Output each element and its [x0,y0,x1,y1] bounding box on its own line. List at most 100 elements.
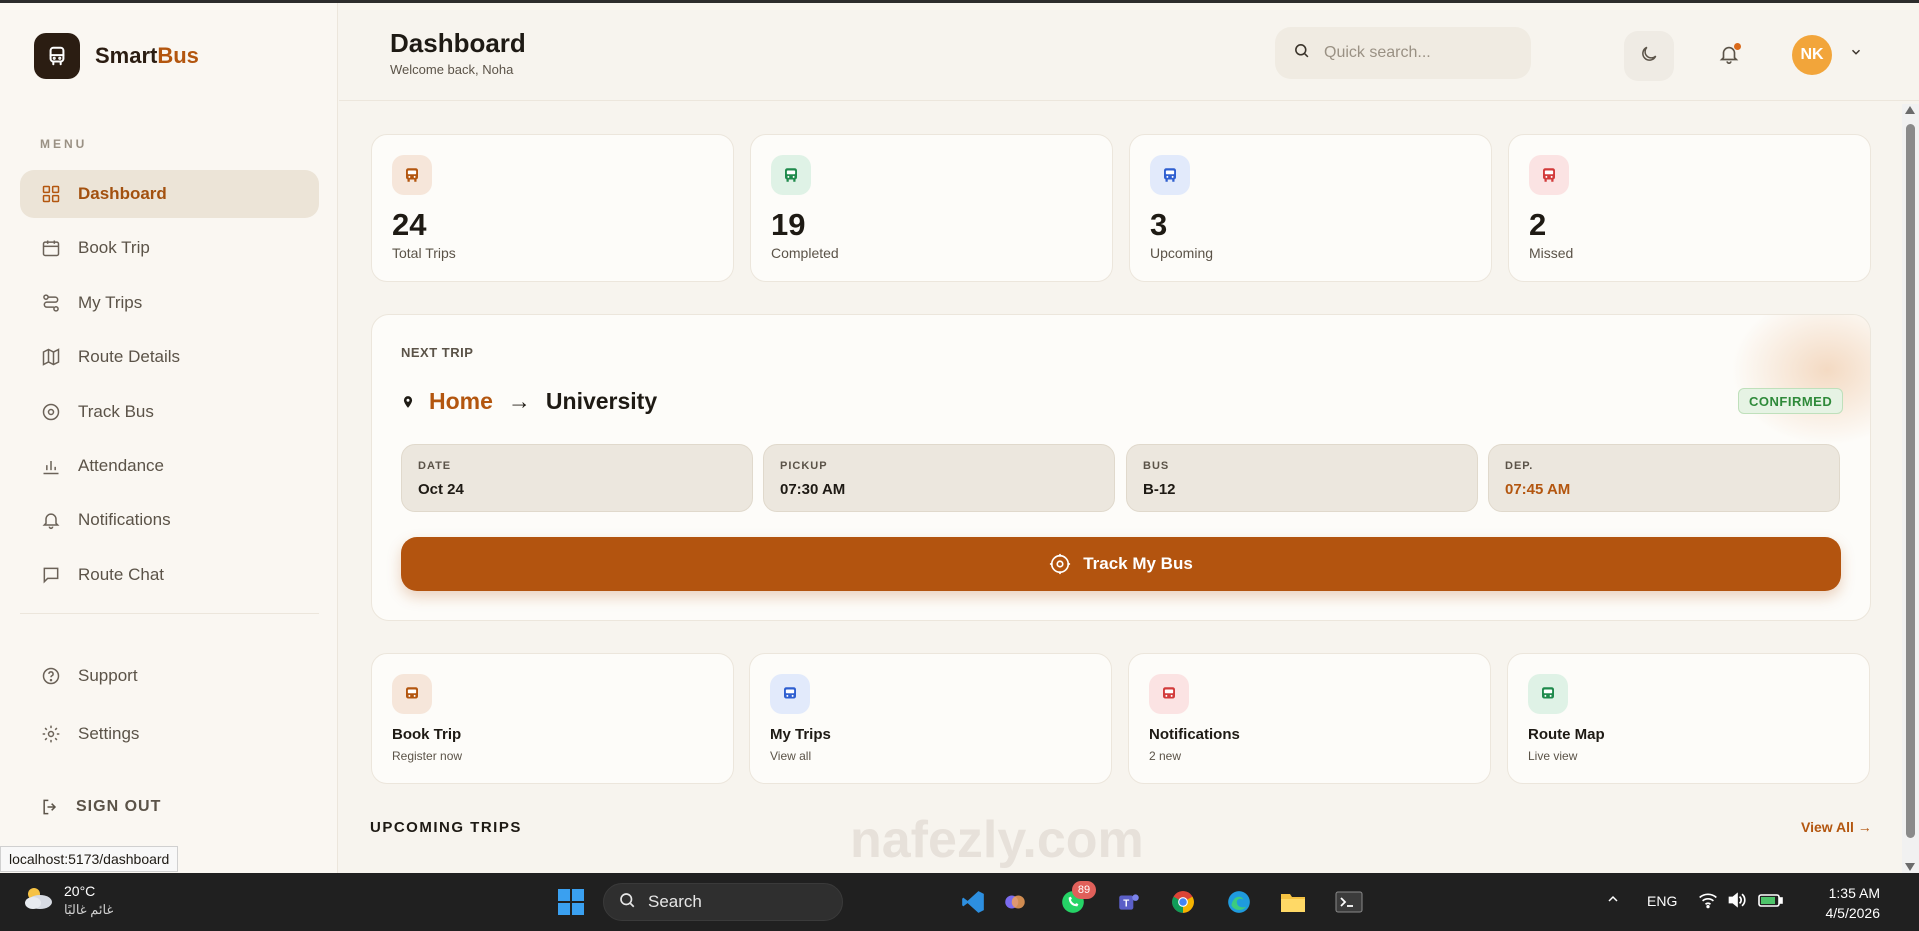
theme-toggle-button[interactable] [1624,31,1674,81]
sidebar-item-label: Attendance [78,455,165,475]
stat-label: Upcoming [1150,245,1214,261]
stat-label: Missed [1529,245,1574,261]
page-title: Dashboard [390,28,526,58]
stat-value: 24 [392,207,427,242]
quick-action-route-map[interactable]: Route Map Live view [1507,653,1870,784]
info-key: PICKUP [780,460,828,472]
chrome-icon[interactable] [1168,887,1198,917]
bus-icon [771,155,811,195]
stat-label: Completed [771,245,839,261]
quick-action-title: Notifications [1149,726,1240,743]
stat-value: 3 [1150,207,1168,242]
menu-label: MENU [40,137,88,151]
view-all-link[interactable]: View All → [1801,819,1872,835]
help-icon [40,665,62,687]
copilot-icon[interactable] [1000,887,1030,917]
calendar-icon [40,237,62,259]
edge-icon[interactable] [1224,887,1254,917]
next-trip-label: NEXT TRIP [401,345,474,360]
quick-action-subtitle: Register now [392,749,463,763]
teams-icon[interactable]: T [1114,887,1144,917]
weather-widget[interactable]: 20°C غائم غالبًا [20,883,113,918]
weather-desc: غائم غالبًا [64,902,114,917]
wifi-icon[interactable] [1698,891,1718,912]
target-icon [1049,553,1071,575]
sidebar-item-label: My Trips [78,292,143,312]
info-value: 07:45 AM [1505,481,1571,498]
scroll-down-arrow-icon[interactable] [1905,863,1915,871]
bus-icon [1529,155,1569,195]
sidebar-nav: Dashboard Book Trip My Trips Route Detai… [20,170,319,605]
bus-icon [392,155,432,195]
bus-icon [392,674,432,714]
bus-icon [1150,155,1190,195]
link-preview-status: localhost:5173/dashboard [0,846,179,872]
volume-icon[interactable] [1727,891,1747,912]
info-value: B-12 [1143,481,1176,498]
chat-icon [40,564,62,586]
sidebar-item-settings[interactable]: Settings [20,710,319,758]
scroll-thumb[interactable] [1906,124,1915,838]
stat-label: Total Trips [392,245,456,261]
vscode-icon[interactable] [958,887,988,917]
sidebar-item-label: Book Trip [78,238,150,258]
search-input[interactable] [1324,44,1524,62]
sidebar-item-route-chat[interactable]: Route Chat [20,551,319,599]
search-box[interactable] [1275,27,1531,79]
battery-icon[interactable] [1758,891,1784,912]
trip-route: Home → University [401,388,657,415]
chevron-down-icon[interactable] [1849,45,1863,64]
clock-time: 1:35 AM [1828,885,1880,901]
sidebar-item-label: Notifications [78,510,171,530]
bell-icon [40,509,62,531]
terminal-icon[interactable] [1334,887,1364,917]
sidebar-item-attendance[interactable]: Attendance [20,442,319,490]
upcoming-trips-heading: UPCOMING TRIPS [370,819,522,836]
sidebar-item-support[interactable]: Support [20,652,319,700]
sidebar-item-dashboard[interactable]: Dashboard [20,170,319,218]
windows-taskbar: 20°C غائم غالبًا Search 89 T ENG 1:35 AM… [0,873,1919,931]
chevron-up-icon[interactable] [1605,891,1621,910]
quick-action-book-trip[interactable]: Book Trip Register now [371,653,734,784]
status-badge: CONFIRMED [1738,388,1844,414]
route-arrow: → [507,388,531,414]
trip-departure-box: DEP. 07:45 AM [1488,444,1840,512]
info-key: BUS [1143,460,1170,472]
file-explorer-icon[interactable] [1278,887,1308,917]
language-indicator[interactable]: ENG [1647,893,1677,909]
sidebar-item-label: Support [78,666,138,685]
quick-action-notifications[interactable]: Notifications 2 new [1128,653,1491,784]
info-key: DATE [418,460,452,472]
route-icon [40,292,62,314]
sidebar-item-route-details[interactable]: Route Details [20,333,319,381]
sidebar: SmartBus MENU Dashboard Book Trip My Tri… [0,3,338,873]
sign-out-button[interactable]: SIGN OUT [40,797,161,817]
sidebar-item-label: Settings [78,724,140,743]
track-my-bus-button[interactable]: Track My Bus [401,537,1841,591]
taskbar-search-label: Search [648,892,702,911]
page-scrollbar[interactable] [1902,104,1919,873]
app-logo[interactable]: SmartBus [34,33,199,79]
trip-pickup-box: PICKUP 07:30 AM [763,444,1115,512]
windows-start-icon[interactable] [556,887,586,917]
sidebar-item-label: Track Bus [78,401,154,421]
search-icon [618,891,636,914]
sidebar-item-my-trips[interactable]: My Trips [20,279,319,327]
sidebar-item-book-trip[interactable]: Book Trip [20,224,319,272]
system-clock[interactable]: 1:35 AM 4/5/2026 [1800,883,1881,923]
scroll-up-arrow-icon[interactable] [1905,106,1915,114]
bus-icon [1528,674,1568,714]
logout-icon [40,797,60,817]
trip-origin: Home [429,388,493,414]
avatar[interactable]: NK [1792,35,1832,75]
notifications-button[interactable] [1704,31,1754,81]
sidebar-item-track-bus[interactable]: Track Bus [20,388,319,436]
top-header: Dashboard Welcome back, Noha NK [339,3,1919,101]
taskbar-search[interactable]: Search [603,883,843,921]
trip-date-box: DATE Oct 24 [401,444,753,512]
sidebar-item-label: Route Chat [78,564,164,584]
quick-action-my-trips[interactable]: My Trips View all [749,653,1112,784]
sidebar-item-notifications[interactable]: Notifications [20,496,319,544]
watermark: nafezly.com [850,811,1144,869]
trip-destination: University [545,388,658,414]
